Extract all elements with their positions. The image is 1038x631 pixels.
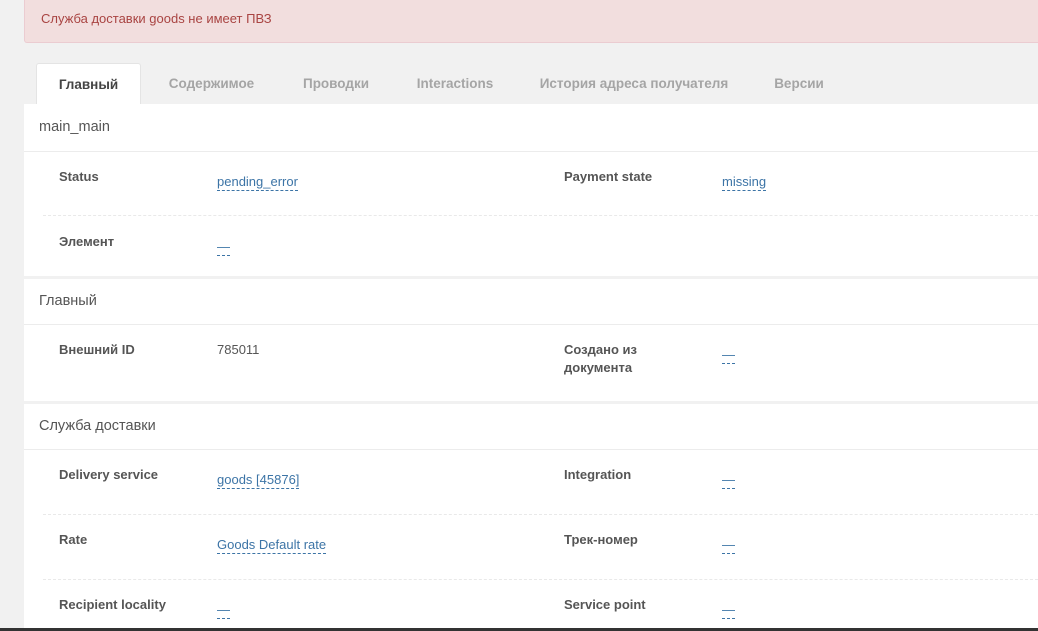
external-id-value: 785011 (217, 342, 260, 357)
section-general: Главный Внешний ID 785011 Создано из док… (24, 279, 1038, 401)
rate-value-link[interactable]: Goods Default rate (217, 537, 327, 554)
created-from-value-link[interactable]: — (722, 347, 735, 364)
recipient-locality-value-link[interactable]: — (217, 602, 230, 619)
external-id-label: Внешний ID (59, 342, 135, 357)
tab-address-history[interactable]: История адреса получателя (529, 63, 739, 104)
row-divider (43, 514, 1038, 515)
divider (24, 449, 1038, 450)
recipient-locality-label: Recipient locality (59, 597, 166, 612)
delivery-service-value-link[interactable]: goods [45876] (217, 472, 300, 489)
row-divider (43, 579, 1038, 580)
tab-bar: Главный Содержимое Проводки Interactions… (24, 63, 1038, 105)
tab-postings[interactable]: Проводки (286, 63, 386, 104)
divider (24, 324, 1038, 325)
tab-interactions[interactable]: Interactions (404, 63, 506, 104)
status-label: Status (59, 169, 99, 184)
element-value-link[interactable]: — (217, 239, 230, 256)
delivery-service-label: Delivery service (59, 467, 159, 482)
section-title: Главный (39, 293, 97, 309)
track-number-label: Трек-номер (564, 532, 638, 547)
section-main: main_main Status pending_error Payment s… (24, 104, 1038, 276)
payment-state-label: Payment state (564, 169, 653, 184)
section-delivery: Служба доставки Delivery service goods [… (24, 404, 1038, 631)
track-number-value-link[interactable]: — (722, 537, 735, 554)
section-title: Служба доставки (39, 418, 156, 434)
created-from-label: Создано из документа (564, 342, 637, 375)
integration-value-link[interactable]: — (722, 472, 735, 489)
divider (24, 151, 1038, 152)
tab-main[interactable]: Главный (36, 63, 141, 105)
element-label: Элемент (59, 234, 115, 249)
service-point-label: Service point (564, 597, 646, 612)
alert-error: Служба доставки goods не имеет ПВЗ (24, 0, 1038, 43)
tab-contents[interactable]: Содержимое (154, 63, 269, 104)
tab-versions[interactable]: Версии (759, 63, 839, 104)
integration-label: Integration (564, 467, 632, 482)
status-value-link[interactable]: pending_error (217, 174, 298, 191)
rate-label: Rate (59, 532, 88, 547)
alert-message: Служба доставки goods не имеет ПВЗ (41, 11, 272, 26)
service-point-value-link[interactable]: — (722, 602, 735, 619)
section-title: main_main (39, 119, 110, 135)
row-divider (43, 215, 1038, 216)
payment-state-value-link[interactable]: missing (722, 174, 767, 191)
